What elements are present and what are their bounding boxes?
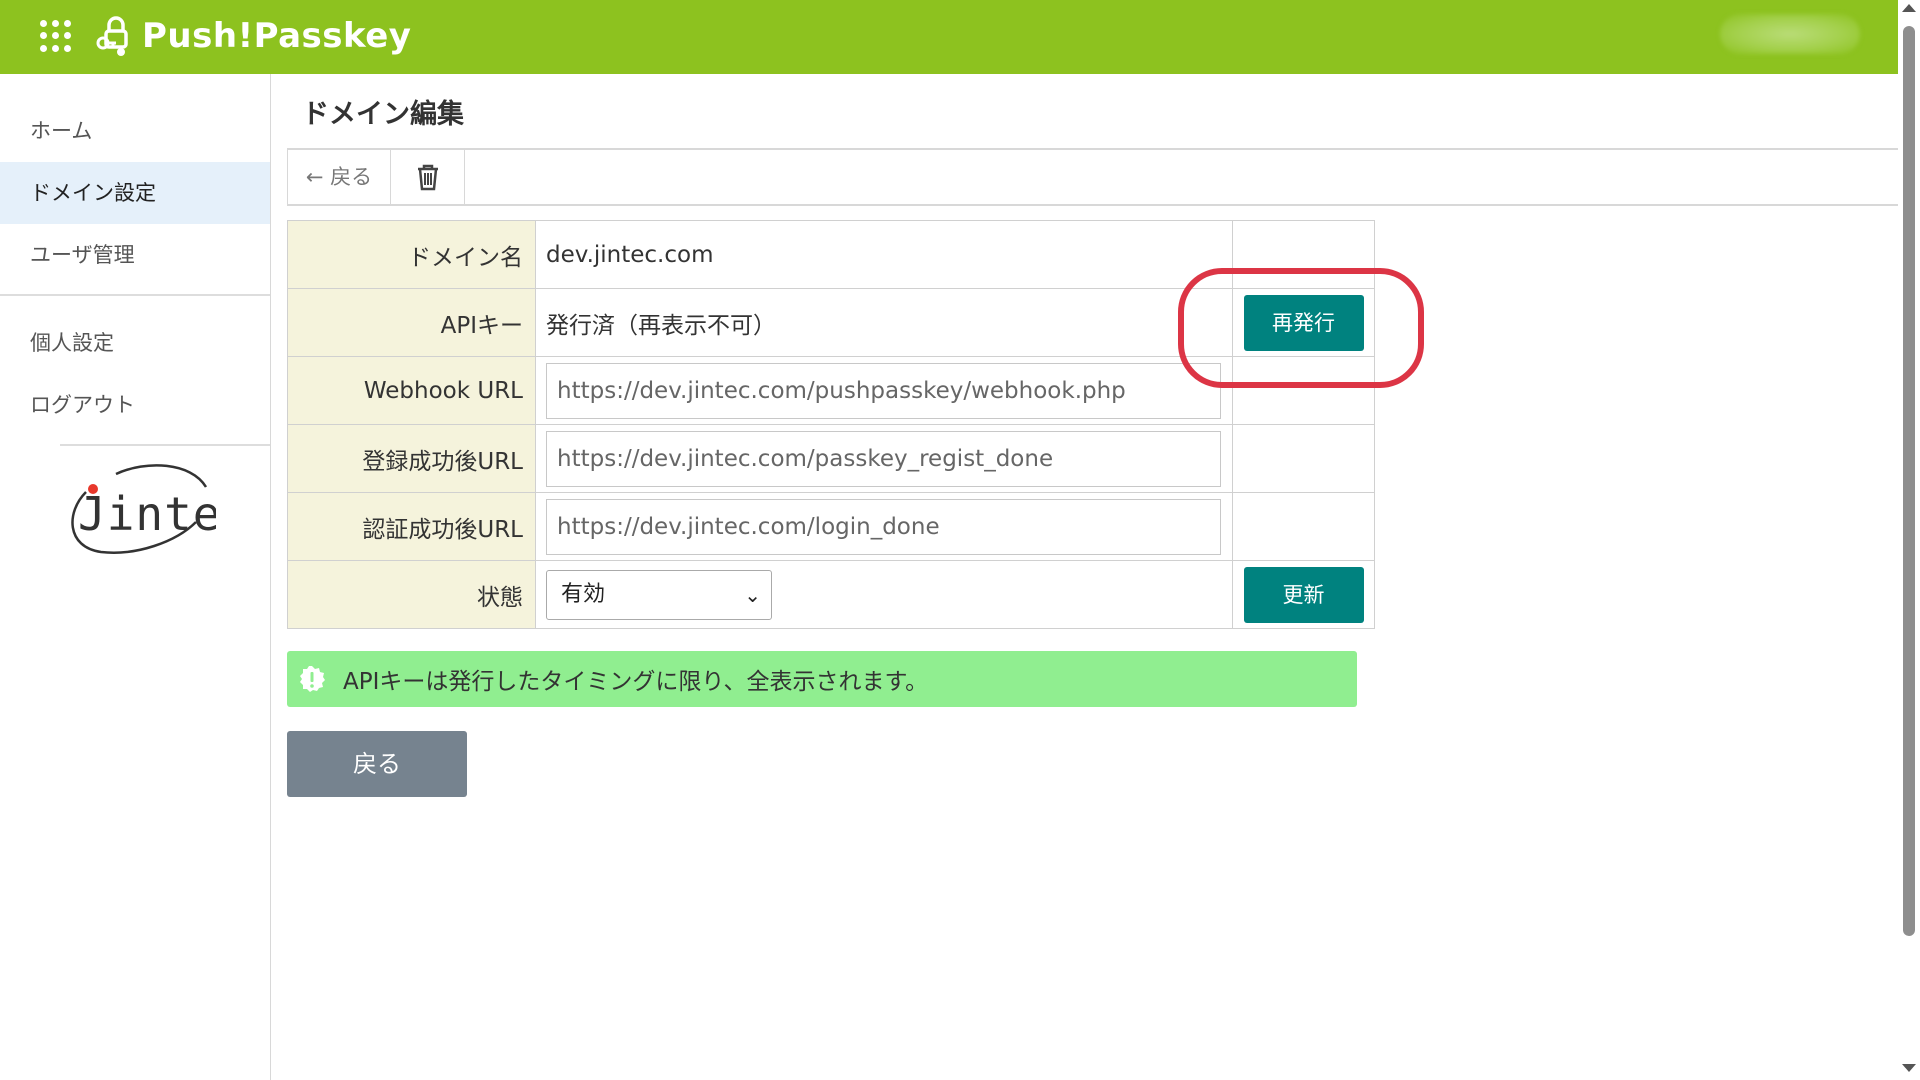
info-alert: APIキーは発行したタイミングに限り、全表示されます。 [287, 651, 1357, 707]
trash-icon [417, 164, 438, 191]
update-button[interactable]: 更新 [1243, 566, 1364, 623]
sidebar-divider-2 [60, 444, 270, 446]
jintec-logo: Jintec [71, 464, 216, 554]
form-row-reg-success: 登録成功後URL https://dev.jintec.com/passkey_… [287, 424, 1375, 493]
back-button[interactable]: 戻る [287, 731, 467, 797]
status-select-value: 有効 [561, 581, 606, 607]
api-key-label: APIキー [287, 288, 536, 357]
api-key-value: 発行済（再表示不可） [535, 288, 1233, 357]
status-select[interactable]: 有効 ⌄ [546, 569, 772, 620]
page-title: ドメイン編集 [302, 99, 464, 130]
form-row-status: 状態 有効 ⌄ 更新 [287, 560, 1375, 629]
sidebar-divider [0, 294, 270, 296]
update-cell: 更新 [1232, 560, 1375, 629]
app-name: Push!Passkey [142, 16, 412, 56]
main-content: ドメイン編集 ← 戻る ドメイン名 dev.jintec.com APIキー 発… [272, 74, 1898, 1080]
sidebar-item-home[interactable]: ホーム [0, 100, 270, 162]
reissue-highlight-annotation [1178, 268, 1424, 388]
webhook-url-input[interactable]: https://dev.jintec.com/pushpasskey/webho… [546, 362, 1221, 419]
sidebar-item-personal-settings[interactable]: 個人設定 [0, 312, 270, 374]
app-header: Push!Passkey [0, 0, 1898, 74]
toolbar-delete-button[interactable] [391, 150, 465, 204]
chevron-down-icon: ⌄ [744, 582, 761, 607]
auth-success-url-input[interactable]: https://dev.jintec.com/login_done [546, 498, 1221, 555]
apps-grid-icon[interactable] [40, 20, 72, 52]
status-cell: 有効 ⌄ [535, 560, 1233, 629]
scroll-up-arrow-icon[interactable] [1902, 4, 1916, 12]
page-scrollbar[interactable] [1898, 0, 1920, 1080]
passkey-lock-icon [96, 16, 128, 56]
reg-success-url-label: 登録成功後URL [287, 424, 536, 493]
scroll-down-arrow-icon[interactable] [1902, 1064, 1916, 1072]
status-label: 状態 [287, 560, 536, 629]
domain-name-label: ドメイン名 [287, 220, 536, 289]
reg-success-url-cell: https://dev.jintec.com/passkey_regist_do… [535, 424, 1233, 493]
reg-success-url-input[interactable]: https://dev.jintec.com/passkey_regist_do… [546, 430, 1221, 487]
exclamation-circle-icon [300, 666, 325, 692]
webhook-url-label: Webhook URL [287, 356, 536, 425]
toolbar: ← 戻る [287, 150, 1898, 206]
form-row-auth-success: 認証成功後URL https://dev.jintec.com/login_do… [287, 492, 1375, 561]
empty-action-cell [1232, 424, 1375, 493]
sidebar-item-domain-settings[interactable]: ドメイン設定 [0, 162, 270, 224]
auth-success-url-label: 認証成功後URL [287, 492, 536, 561]
jintec-logo-text: Jintec [78, 487, 216, 541]
empty-action-cell [1232, 492, 1375, 561]
sidebar-item-logout[interactable]: ログアウト [0, 374, 270, 436]
webhook-url-cell: https://dev.jintec.com/pushpasskey/webho… [535, 356, 1233, 425]
alert-text: APIキーは発行したタイミングに限り、全表示されます。 [343, 669, 929, 695]
sidebar-item-user-management[interactable]: ユーザ管理 [0, 224, 270, 286]
auth-success-url-cell: https://dev.jintec.com/login_done [535, 492, 1233, 561]
app-logo[interactable]: Push!Passkey [96, 10, 411, 62]
toolbar-back-button[interactable]: ← 戻る [287, 150, 391, 204]
scrollbar-thumb[interactable] [1903, 26, 1915, 936]
sidebar: ホーム ドメイン設定 ユーザ管理 個人設定 ログアウト Jintec [0, 74, 271, 1080]
user-avatar-blurred[interactable] [1720, 14, 1860, 54]
domain-name-value: dev.jintec.com [535, 220, 1233, 289]
